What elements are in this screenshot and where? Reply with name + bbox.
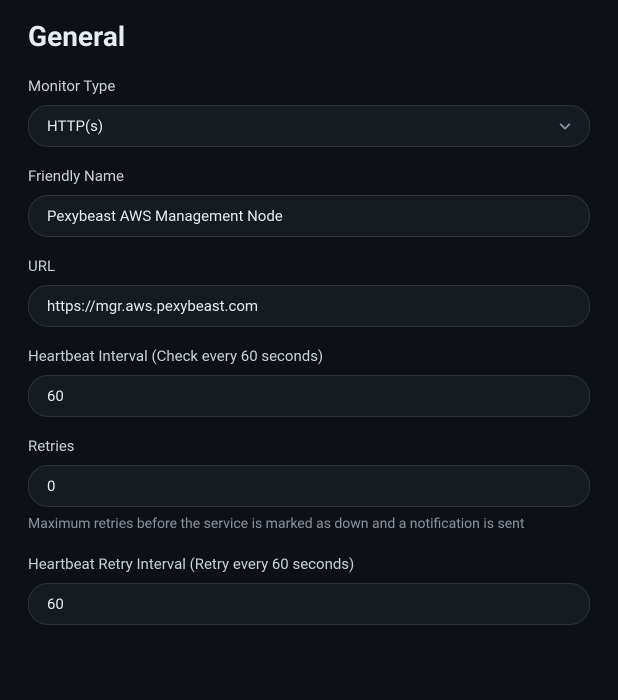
retries-input[interactable] (28, 465, 590, 507)
friendly-name-label: Friendly Name (28, 167, 590, 185)
retries-label: Retries (28, 437, 590, 455)
url-input[interactable] (28, 285, 590, 327)
heartbeat-retry-interval-label: Heartbeat Retry Interval (Retry every 60… (28, 555, 590, 573)
retries-help-text: Maximum retries before the service is ma… (28, 515, 590, 535)
monitor-type-group: Monitor Type HTTP(s) (28, 77, 590, 147)
monitor-type-select-wrapper: HTTP(s) (28, 105, 590, 147)
friendly-name-input[interactable] (28, 195, 590, 237)
monitor-type-label: Monitor Type (28, 77, 590, 95)
url-group: URL (28, 257, 590, 327)
heartbeat-retry-interval-input[interactable] (28, 583, 590, 625)
section-title: General (28, 20, 590, 53)
retries-group: Retries Maximum retries before the servi… (28, 437, 590, 535)
heartbeat-interval-group: Heartbeat Interval (Check every 60 secon… (28, 347, 590, 417)
monitor-type-select[interactable]: HTTP(s) (28, 105, 590, 147)
heartbeat-interval-input[interactable] (28, 375, 590, 417)
url-label: URL (28, 257, 590, 275)
heartbeat-retry-interval-group: Heartbeat Retry Interval (Retry every 60… (28, 555, 590, 625)
heartbeat-interval-label: Heartbeat Interval (Check every 60 secon… (28, 347, 590, 365)
friendly-name-group: Friendly Name (28, 167, 590, 237)
